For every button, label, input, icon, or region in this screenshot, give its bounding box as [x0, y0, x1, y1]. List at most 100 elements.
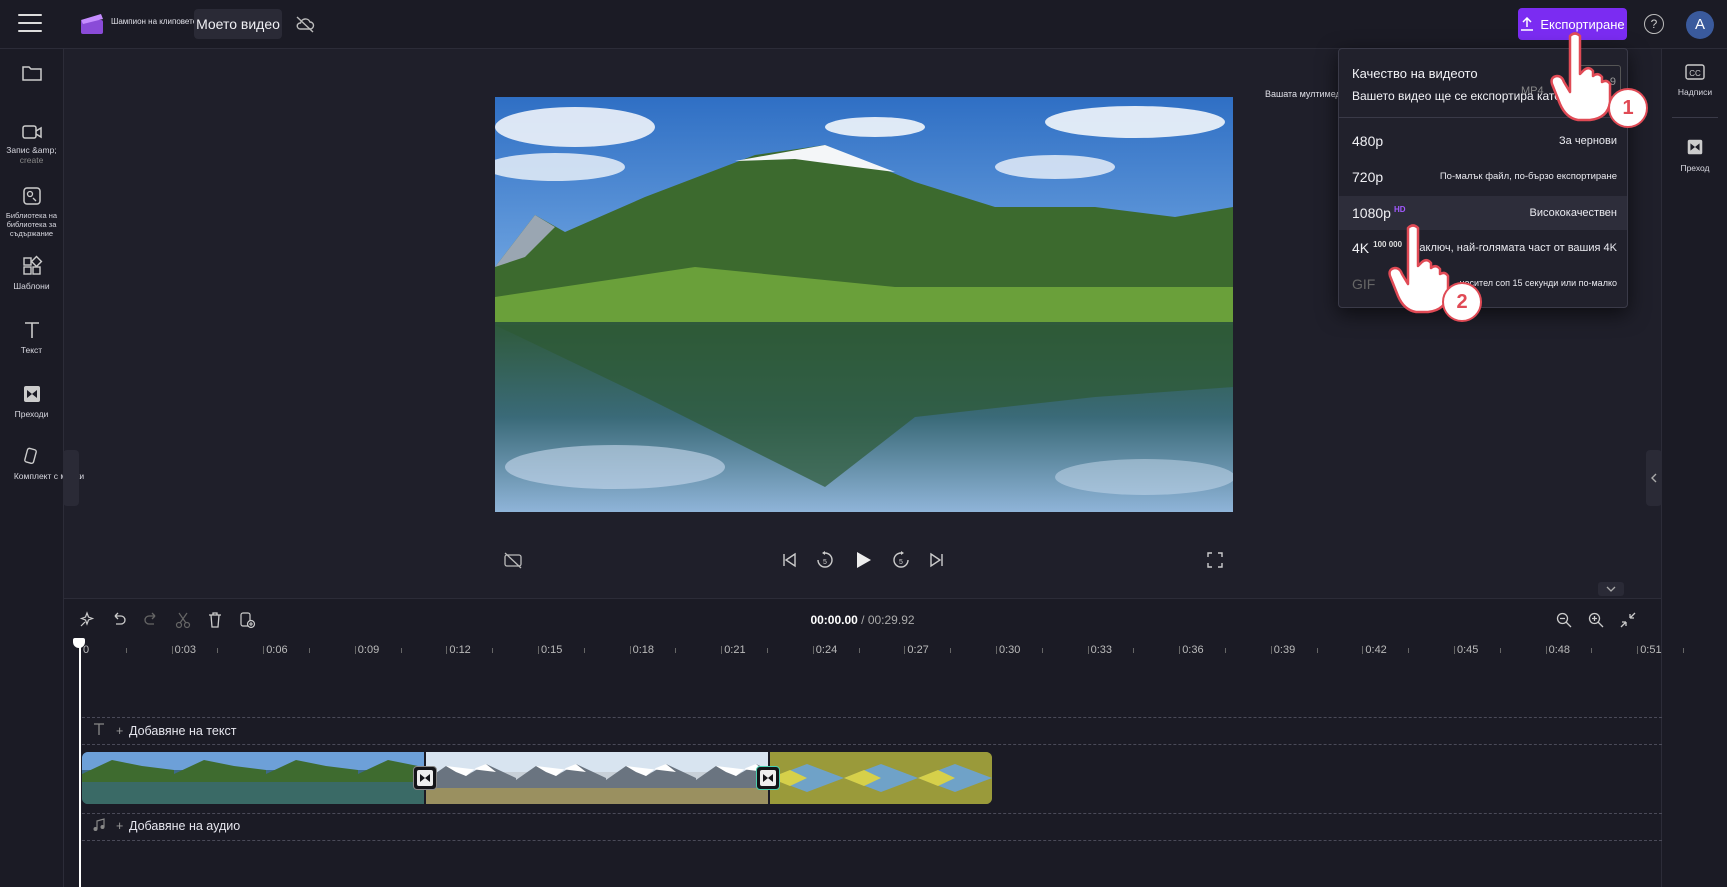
ruler-tick-label: 0:18	[632, 644, 655, 656]
option-1080p[interactable]: 1080p HD Висококачествен	[1339, 196, 1627, 230]
left-panel-toggle[interactable]	[63, 450, 79, 506]
brand-name: Шампион на клиповете	[111, 17, 198, 26]
captions-label: Надписи	[1677, 87, 1713, 97]
ruler-tick-label: 0:33	[1090, 644, 1113, 656]
ruler-minor-tick	[583, 648, 585, 653]
ruler-minor-tick	[1683, 648, 1684, 653]
current-time: 00:00.00	[810, 613, 858, 627]
ruler-tick-label: 0:39	[1273, 644, 1296, 656]
ruler-tick	[1454, 646, 1455, 654]
ruler-minor-tick	[217, 648, 219, 653]
option-480p[interactable]: 480p За чернови	[1339, 124, 1627, 158]
timeline-ruler[interactable]: 0 0:03 0:06 0:09 0:12 0:15 0:18 0:21 0:24 0:27 0:3…	[64, 640, 1684, 664]
add-text-label[interactable]: Добавяне на текст	[129, 724, 236, 738]
ruler-tick-label: 0	[83, 644, 90, 656]
option-4k[interactable]: 4K 100 000 Наключ, най-голямата част от в…	[1339, 231, 1627, 265]
ruler-tick-label: 0:36	[1182, 644, 1204, 656]
captions-button[interactable]: CC Надписи	[1662, 63, 1727, 97]
sidebar-item-brand-kit[interactable]: Комплект с марки	[0, 445, 98, 481]
camera-off-icon[interactable]	[503, 550, 523, 570]
clip-2[interactable]	[426, 752, 768, 804]
sidebar-item-record[interactable]: Запис &amp; create	[0, 123, 63, 165]
text-track[interactable]	[82, 717, 1662, 745]
sidebar-item-transitions[interactable]: Преходи	[0, 383, 63, 419]
video-track[interactable]	[82, 752, 992, 804]
sidebar-item-library[interactable]: Библиотека на библиотека за съдържание	[0, 185, 63, 238]
ruler-tick-label: 0:21	[724, 644, 746, 656]
project-name-field[interactable]: Моето видео	[194, 9, 282, 39]
dropdown-title: Качество на видеото	[1352, 66, 1478, 81]
top-bar: Шампион на клиповете Моето видео Експорт…	[0, 0, 1727, 49]
right-panel-toggle[interactable]	[1646, 450, 1662, 506]
help-icon[interactable]: ?	[1644, 14, 1664, 34]
sidebar-item-templates[interactable]: Шаблони	[0, 255, 63, 291]
option-description: По-малък файл, по-бързо експортиране	[1439, 171, 1617, 182]
ruler-minor-tick	[1225, 648, 1226, 653]
fullscreen-icon[interactable]	[1205, 550, 1225, 570]
zoom-in-icon[interactable]	[1587, 611, 1605, 629]
ruler-tick-label: 0:48	[1548, 644, 1571, 656]
ruler-tick	[721, 646, 723, 654]
sidebar-item-label: Шаблони	[13, 281, 50, 291]
templates-icon	[22, 255, 42, 275]
ruler-tick	[446, 646, 448, 654]
option-resolution: 720p	[1352, 169, 1384, 185]
option-description: За чернови	[1559, 135, 1617, 147]
transitions-icon	[23, 386, 40, 402]
option-resolution: 4K	[1352, 240, 1370, 256]
ruler-tick	[1087, 646, 1089, 654]
ruler-tick-label: 0:15	[541, 644, 563, 656]
ruler-tick	[812, 646, 814, 654]
sidebar-item-label: Комплект с марки	[13, 471, 85, 481]
ruler-tick	[996, 646, 997, 654]
ruler-tick	[1637, 646, 1639, 654]
ruler-minor-tick	[675, 648, 677, 653]
clip-3[interactable]	[770, 752, 992, 804]
chevron-left-icon	[1651, 473, 1657, 483]
avatar[interactable]: A	[1686, 11, 1714, 39]
sidebar-item-media[interactable]	[0, 63, 63, 87]
menu-icon[interactable]	[18, 14, 42, 34]
svg-text:5: 5	[823, 559, 827, 566]
option-720p[interactable]: 720p По-малък файл, по-бързо експортиран…	[1339, 160, 1627, 194]
transition-marker-1[interactable]	[413, 766, 437, 790]
forward-5-icon[interactable]: 5	[891, 550, 911, 570]
ruler-tick-label: 0:06	[266, 644, 288, 656]
playhead[interactable]	[79, 640, 81, 887]
text-icon	[24, 322, 39, 338]
zoom-out-icon[interactable]	[1555, 611, 1573, 629]
skip-back-icon[interactable]	[779, 550, 799, 570]
timecode: 00:00.00 / 00:29.92	[64, 613, 1661, 627]
play-icon[interactable]	[853, 550, 873, 570]
ruler-minor-tick	[767, 648, 768, 653]
add-audio-label[interactable]: Добавяне на аудио	[129, 819, 240, 833]
svg-text:CC: CC	[1689, 69, 1701, 78]
clip-1[interactable]	[82, 752, 424, 804]
sidebar-item-label: Текст	[20, 345, 43, 355]
folder-icon	[21, 66, 42, 81]
sidebar-item-text[interactable]: Текст	[0, 319, 63, 355]
ruler-tick-label: 0:24	[815, 644, 838, 656]
option-description: носител соп 15 секунди или по-малко	[1459, 278, 1617, 288]
ruler-minor-tick	[1041, 648, 1043, 653]
chevron-down-icon[interactable]	[1598, 582, 1624, 596]
ruler-minor-tick	[400, 648, 402, 653]
ruler-tick	[1362, 646, 1364, 654]
transition-icon	[1687, 139, 1703, 155]
transition-marker-2[interactable]	[756, 766, 780, 790]
ruler-tick-label: 0:30	[999, 644, 1021, 656]
hd-badge: HD	[1393, 205, 1406, 215]
audio-track[interactable]	[82, 813, 1662, 841]
ruler-tick-label: 0:27	[907, 644, 929, 656]
ruler-tick	[171, 646, 173, 654]
ruler-tick	[1270, 646, 1272, 654]
skip-forward-icon[interactable]	[927, 550, 947, 570]
rewind-5-icon[interactable]: 5	[815, 550, 835, 570]
ruler-tick	[354, 646, 356, 654]
camera-icon	[21, 125, 42, 139]
plus-icon: +	[116, 819, 124, 833]
step-marker-2: 2	[1442, 282, 1482, 322]
fit-timeline-icon[interactable]	[1619, 611, 1637, 629]
timeline-toolbar: 00:00.00 / 00:29.92	[64, 598, 1661, 641]
transition-button[interactable]: Преход	[1662, 137, 1727, 173]
